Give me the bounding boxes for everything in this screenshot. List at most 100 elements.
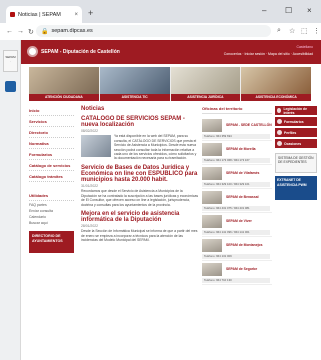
nav-item-normativa[interactable]: Normativa [29, 139, 74, 149]
office-name: SEPAM de Benassal [226, 195, 259, 199]
button-label: Ocasiones [284, 141, 302, 146]
nav-item-inicio[interactable]: Inicio [29, 106, 74, 116]
menu-icon[interactable]: ⋮ [313, 27, 320, 35]
pwm-box[interactable]: EXTRANET DE ASISTENCIA PWM [275, 176, 317, 200]
office-phone: Teléfono: 964 173 068 / 964 173 167 [202, 158, 270, 163]
occasions-button[interactable]: Ocasiones [275, 139, 317, 148]
service-banners: ATENCIÓN CIUDADANA ASISTENCIA TIC ASISTE… [29, 67, 311, 101]
office-photo [202, 143, 222, 156]
nav-item-servicios[interactable]: Servicios [29, 117, 74, 127]
site-title: SEPAM - Diputación de Castellón [41, 49, 120, 55]
legislation-icon [277, 108, 282, 113]
office-photo [202, 167, 222, 180]
minimize-button[interactable]: – [262, 6, 266, 15]
banner-image [170, 67, 241, 94]
nav-item-catalogo-servicios[interactable]: Catálogo de servicios [29, 161, 74, 171]
maximize-button[interactable]: ☐ [285, 6, 292, 15]
button-label: Legislación de interés [283, 106, 307, 115]
banner-label: ATENCIÓN CIUDADANA [29, 94, 99, 101]
offices-heading: Oficinas del territorio [202, 106, 272, 114]
banner-label: ASISTENCIA TIC [99, 94, 170, 101]
office-card[interactable]: SEPAM de Viver Teléfono: 964 141 096 / 96… [202, 213, 272, 237]
banner-atencion[interactable]: ATENCIÓN CIUDADANA [29, 67, 99, 101]
office-photo [202, 215, 222, 228]
site-favicon-icon [10, 12, 15, 17]
banner-image [29, 67, 99, 94]
profiles-button[interactable]: Perfiles [275, 128, 317, 137]
office-photo [202, 239, 222, 252]
header-links[interactable]: Conocerlos · Iniciar sesión · Mapa del s… [224, 52, 313, 56]
news-item-date: 31/01/2022 [81, 184, 98, 189]
banner-juridica[interactable]: ASISTENCIA JURÍDICA [170, 67, 241, 101]
office-phone: Teléfono: 964 131 009 [202, 254, 270, 259]
office-name: SEPAM - SEDE CASTELLÓN [226, 123, 272, 127]
forward-icon[interactable]: → [17, 28, 24, 35]
office-phone: Teléfono: 964 359 694 [202, 134, 270, 139]
profiles-icon [277, 130, 282, 135]
browser-chrome: Noticias | SEPAM × + – ☐ × ← → ↻ 🔒 sepam… [0, 0, 321, 40]
left-navigation: Inicio Servicios Directorio Normativa Fo… [29, 106, 74, 253]
news-thumbnail[interactable] [81, 135, 111, 158]
side-panel-widget[interactable]: SEPAM · [3, 50, 18, 72]
new-tab-button[interactable]: + [88, 8, 93, 18]
office-name: SEPAM de Morella [226, 147, 256, 151]
bookmark-star-icon[interactable]: ☆ [289, 27, 295, 35]
right-column: Legislación de interés Formularios Perfi… [275, 106, 317, 200]
close-window-button[interactable]: × [307, 6, 312, 15]
office-photo [202, 263, 222, 276]
sepam-logo-icon[interactable] [27, 46, 38, 57]
office-card[interactable]: SEPAM de Benassal Teléfono: 964 431 075 /… [202, 189, 272, 213]
news-item-date: 08/02/2022 [81, 129, 98, 134]
zoom-icon[interactable]: ⌕ [277, 27, 281, 35]
office-card[interactable]: SEPAM de Vilafamés Teléfono: 964 329 100 … [202, 165, 272, 189]
news-item-title[interactable]: Servicio de Bases de Datos Jurídica y Ec… [81, 165, 199, 184]
address-bar[interactable]: 🔒 sepam.dipcas.es [36, 25, 271, 37]
nav-section-utilidades[interactable]: Utilidades [29, 191, 74, 201]
browser-tab[interactable]: Noticias | SEPAM × [6, 6, 82, 23]
news-item-text: Desde la Sección de Informática Municipa… [81, 229, 198, 243]
office-card[interactable]: SEPAM - SEDE CASTELLÓN Teléfono: 964 359 … [202, 117, 272, 141]
office-photo [202, 191, 222, 204]
banner-image [241, 67, 311, 94]
news-item-date: 28/01/2022 [81, 224, 98, 229]
office-name: SEPAM de Segorbe [226, 267, 258, 271]
news-item: CATALOGO DE SERVICIOS SEPAM - nueva loca… [81, 116, 199, 161]
forms-icon [277, 119, 282, 124]
site-header: SEPAM - Diputación de Castellón Castella… [21, 40, 321, 64]
expedientes-box[interactable]: SISTEMA DE GESTIÓN DE EXPEDIENTES [275, 153, 317, 173]
nav-item-catalogo-tramites[interactable]: Catálogo trámites [29, 172, 74, 182]
tab-close-icon[interactable]: × [74, 12, 78, 18]
forms-button[interactable]: Formularios [275, 117, 317, 126]
directory-box[interactable]: DIRECTORIO DE AYUNTAMIENTOS [29, 231, 74, 253]
office-name: SEPAM de Viver [226, 219, 252, 223]
office-card[interactable]: SEPAM de Morella Teléfono: 964 173 068 / … [202, 141, 272, 165]
extensions-icon[interactable]: ⬚ [301, 27, 308, 35]
office-phone: Teléfono: 964 710 130 [202, 278, 270, 283]
banner-economica[interactable]: ASISTENCIA ECONÓMICA [241, 67, 311, 101]
legislation-button[interactable]: Legislación de interés [275, 106, 317, 115]
office-name: SEPAM de Montanejos [226, 243, 263, 247]
office-phone: Teléfono: 964 431 075 / 964 431 081 [202, 206, 270, 211]
language-link[interactable]: Castellano [296, 45, 313, 49]
browser-toolbar: ← → ↻ 🔒 sepam.dipcas.es ⌕ ☆ ⬚ ⋮ [0, 23, 321, 40]
nav-sub-item[interactable]: Buscar aquí [29, 220, 74, 226]
reload-icon[interactable]: ↻ [28, 28, 34, 36]
news-item-title[interactable]: CATALOGO DE SERVICIOS SEPAM - nueva loca… [81, 116, 199, 128]
button-label: Perfiles [284, 130, 297, 135]
news-item-title[interactable]: Mejora en el servicio de asistencia info… [81, 211, 199, 223]
nav-item-formularios[interactable]: Formularios [29, 150, 74, 160]
banner-tic[interactable]: ASISTENCIA TIC [99, 67, 170, 101]
back-icon[interactable]: ← [6, 28, 13, 35]
side-panel-app-icon[interactable] [5, 81, 16, 92]
occasions-icon [277, 141, 282, 146]
offices-column: Oficinas del territorio SEPAM - SEDE CAS… [202, 106, 272, 285]
office-phone: Teléfono: 964 329 100 / 964 329 101 [202, 182, 270, 187]
banner-image [99, 67, 170, 94]
tab-title: Noticias | SEPAM [18, 11, 61, 18]
nav-item-directorio[interactable]: Directorio [29, 128, 74, 138]
office-card[interactable]: SEPAM de Montanejos Teléfono: 964 131 009 [202, 237, 272, 261]
office-card[interactable]: SEPAM de Segorbe Teléfono: 964 710 130 [202, 261, 272, 285]
news-heading: Noticias [81, 106, 105, 112]
side-panel: SEPAM · [0, 40, 21, 360]
office-photo [202, 119, 222, 132]
